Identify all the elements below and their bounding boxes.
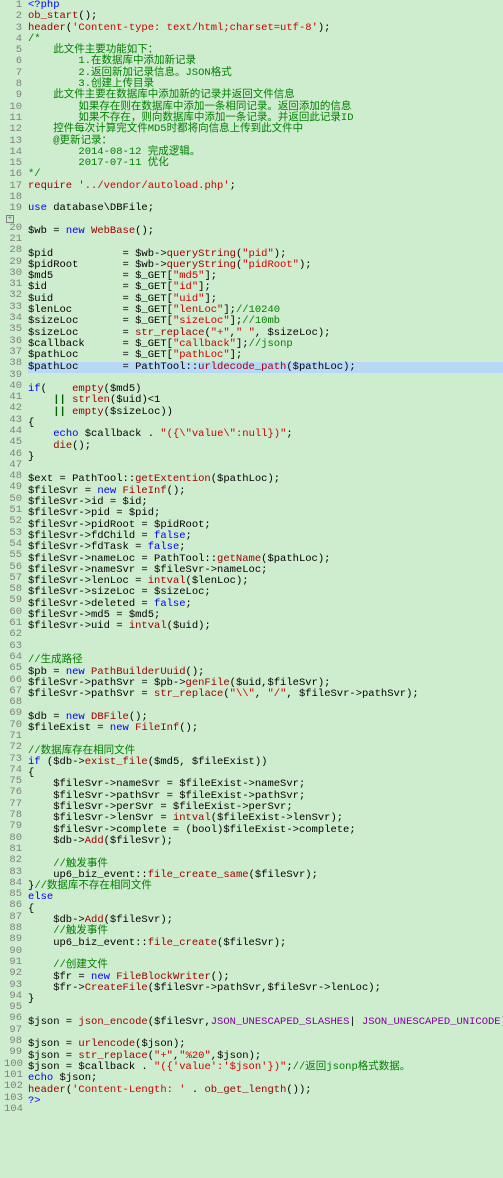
line-number: 55 xyxy=(4,550,22,561)
line-number: 89 xyxy=(4,934,22,945)
code-line[interactable]: if ($db->exist_file($md5, $fileExist)) xyxy=(28,757,503,768)
code-line[interactable]: $fileSvr->uid = intval($uid); xyxy=(28,621,503,632)
code-line[interactable]: up6_biz_event::file_create($fileSvr); xyxy=(28,938,503,949)
line-number: 45 xyxy=(4,437,22,448)
code-line[interactable]: || empty($sizeLoc)) xyxy=(28,407,503,418)
line-number: 69 xyxy=(4,708,22,719)
code-line[interactable]: $json = $callback . "({'value':'$json'})… xyxy=(28,1062,503,1073)
line-number: 72 xyxy=(4,742,22,753)
code-line[interactable]: $fileExist = new FileInf(); xyxy=(28,723,503,734)
code-line[interactable]: } xyxy=(28,452,503,463)
code-line[interactable]: $fileSvr->lenSvr = intval($fileExist->le… xyxy=(28,813,503,824)
line-number: 12 xyxy=(4,124,22,135)
code-line[interactable]: //触发事件 xyxy=(28,926,503,937)
line-number: 19+ xyxy=(4,203,22,222)
code-line[interactable]: $fr->CreateFile($fileSvr->pathSvr,$fileS… xyxy=(28,983,503,994)
code-line[interactable]: <?php xyxy=(28,0,503,11)
line-number: 28 xyxy=(4,245,22,256)
line-number: 2 xyxy=(4,11,22,22)
code-line[interactable] xyxy=(28,644,503,655)
code-line[interactable]: use database\DBFile; xyxy=(28,203,503,214)
code-line[interactable]: $json = json_encode($fileSvr,JSON_UNESCA… xyxy=(28,1017,503,1028)
code-line[interactable]: } xyxy=(28,994,503,1005)
code-line[interactable]: header('Content-type: text/html;charset=… xyxy=(28,23,503,34)
code-line[interactable]: require '../vendor/autoload.php'; xyxy=(28,181,503,192)
line-number: 99 xyxy=(4,1047,22,1058)
line-number: 104 xyxy=(4,1104,22,1115)
code-line[interactable]: $fileSvr->pathSvr = str_replace("\\", "/… xyxy=(28,689,503,700)
line-number: 102 xyxy=(4,1081,22,1092)
code-line[interactable]: 2017-07-11 优化 xyxy=(28,158,503,169)
line-number: 38 xyxy=(4,358,22,369)
code-line[interactable]: $fileSvr->pid = $pid; xyxy=(28,508,503,519)
code-line[interactable]: else xyxy=(28,892,503,903)
line-number: 52 xyxy=(4,516,22,527)
code-line[interactable]: ?> xyxy=(28,1096,503,1107)
code-line[interactable]: $fileSvr->fdTask = false; xyxy=(28,542,503,553)
line-number: 62 xyxy=(4,629,22,640)
line-number: 92 xyxy=(4,968,22,979)
code-line[interactable]: die(); xyxy=(28,441,503,452)
code-line[interactable]: }//数据库不存在相同文件 xyxy=(28,881,503,892)
code-line[interactable]: $pathLoc = PathTool::urldecode_path($pat… xyxy=(28,362,503,373)
code-line[interactable] xyxy=(28,633,503,644)
code-line[interactable]: echo $callback . "({\"value\":null})"; xyxy=(28,429,503,440)
line-number: 82 xyxy=(4,855,22,866)
line-number: 9 xyxy=(4,90,22,101)
code-editor[interactable]: 12345678910111213141516171819+2021282930… xyxy=(0,0,503,1115)
line-number: 65 xyxy=(4,663,22,674)
line-number: 42 xyxy=(4,403,22,414)
code-line[interactable]: $db->Add($fileSvr); xyxy=(28,836,503,847)
line-number: 79 xyxy=(4,821,22,832)
code-line[interactable]: header('Content-Length: ' . ob_get_lengt… xyxy=(28,1085,503,1096)
line-number-gutter: 12345678910111213141516171819+2021282930… xyxy=(0,0,28,1115)
code-line[interactable]: $wb = new WebBase(); xyxy=(28,226,503,237)
code-line[interactable]: $sizeLoc = $_GET["sizeLoc"];//10mb xyxy=(28,316,503,327)
line-number: 35 xyxy=(4,324,22,335)
code-area[interactable]: <?phpob_start();header('Content-type: te… xyxy=(28,0,503,1115)
